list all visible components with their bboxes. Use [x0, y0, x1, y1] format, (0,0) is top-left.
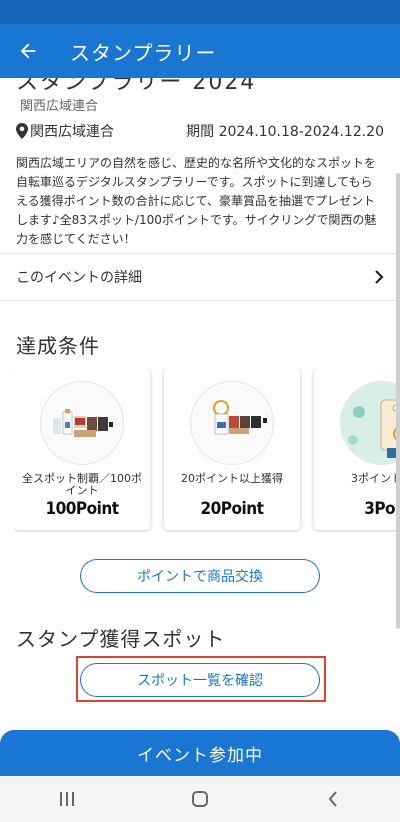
event-participating-button[interactable]: イベント参加中: [0, 730, 400, 776]
achievement-card[interactable]: 全スポット制覇／100ポイント 100Point: [14, 369, 150, 530]
event-description: 関西広域エリアの自然を感じ、歴史的な名所や文化的なスポットを自転車巡るデジタルス…: [16, 156, 377, 246]
event-detail-link[interactable]: このイベントの詳細: [0, 254, 400, 300]
event-title: スタンプラリー 2024: [16, 78, 257, 95]
achievement-card-points: 100Point: [45, 499, 119, 519]
system-nav-bar: [0, 776, 400, 822]
achievement-card[interactable]: 3ポイント以 3Poi: [314, 369, 400, 530]
app-bar: スタンプラリー: [0, 24, 400, 78]
achievement-card-label: 3ポイント以: [351, 472, 400, 485]
achievement-card[interactable]: 20ポイント以上獲得 20Point: [164, 369, 300, 530]
organizer-subtitle: 関西広域連合: [20, 99, 99, 114]
location-pin-icon: [16, 123, 28, 139]
spot-list-button[interactable]: スポット一覧を確認: [80, 663, 320, 697]
stamp-spots-title: スタンプ獲得スポット: [16, 627, 226, 651]
achievement-card-label: 20ポイント以上獲得: [181, 472, 283, 485]
recents-icon: [59, 792, 74, 806]
achievement-card-points: 20Point: [200, 499, 264, 519]
home-button[interactable]: [170, 776, 230, 822]
organizer-name: 関西広域連合: [30, 124, 114, 140]
organizer: 関西広域連合: [16, 121, 114, 141]
nav-back-icon: [328, 791, 338, 807]
event-meta: 関西広域連合 期間 2024.10.18-2024.12.20: [16, 121, 384, 141]
achievement-card-list[interactable]: 全スポット制覇／100ポイント 100Point 20ポイント以上獲得 20Po…: [14, 369, 400, 532]
divider: [0, 300, 400, 301]
back-button[interactable]: [0, 24, 56, 78]
arrow-left-icon: [20, 43, 36, 59]
exchange-points-button[interactable]: ポイントで商品交換: [80, 559, 320, 593]
nav-back-button[interactable]: [303, 776, 363, 822]
event-detail-label: このイベントの詳細: [16, 270, 142, 286]
achievement-card-label: 全スポット制覇／100ポイント: [22, 472, 142, 497]
prize-image: [190, 381, 274, 465]
prize-image: [340, 381, 400, 465]
scrollbar[interactable]: [396, 173, 400, 629]
status-bar: [0, 0, 400, 24]
event-period: 期間 2024.10.18-2024.12.20: [186, 124, 384, 140]
prize-image: [40, 381, 124, 465]
achievement-card-points: 3Poi: [364, 499, 400, 519]
recents-button[interactable]: [37, 776, 97, 822]
chevron-right-icon: [375, 270, 384, 284]
achievement-title: 達成条件: [16, 334, 100, 358]
app-bar-title: スタンプラリー: [70, 40, 217, 65]
home-icon: [191, 791, 208, 807]
event-content[interactable]: スタンプラリー 2024 関西広域連合 関西広域連合 期間 2024.10.18…: [0, 78, 400, 730]
